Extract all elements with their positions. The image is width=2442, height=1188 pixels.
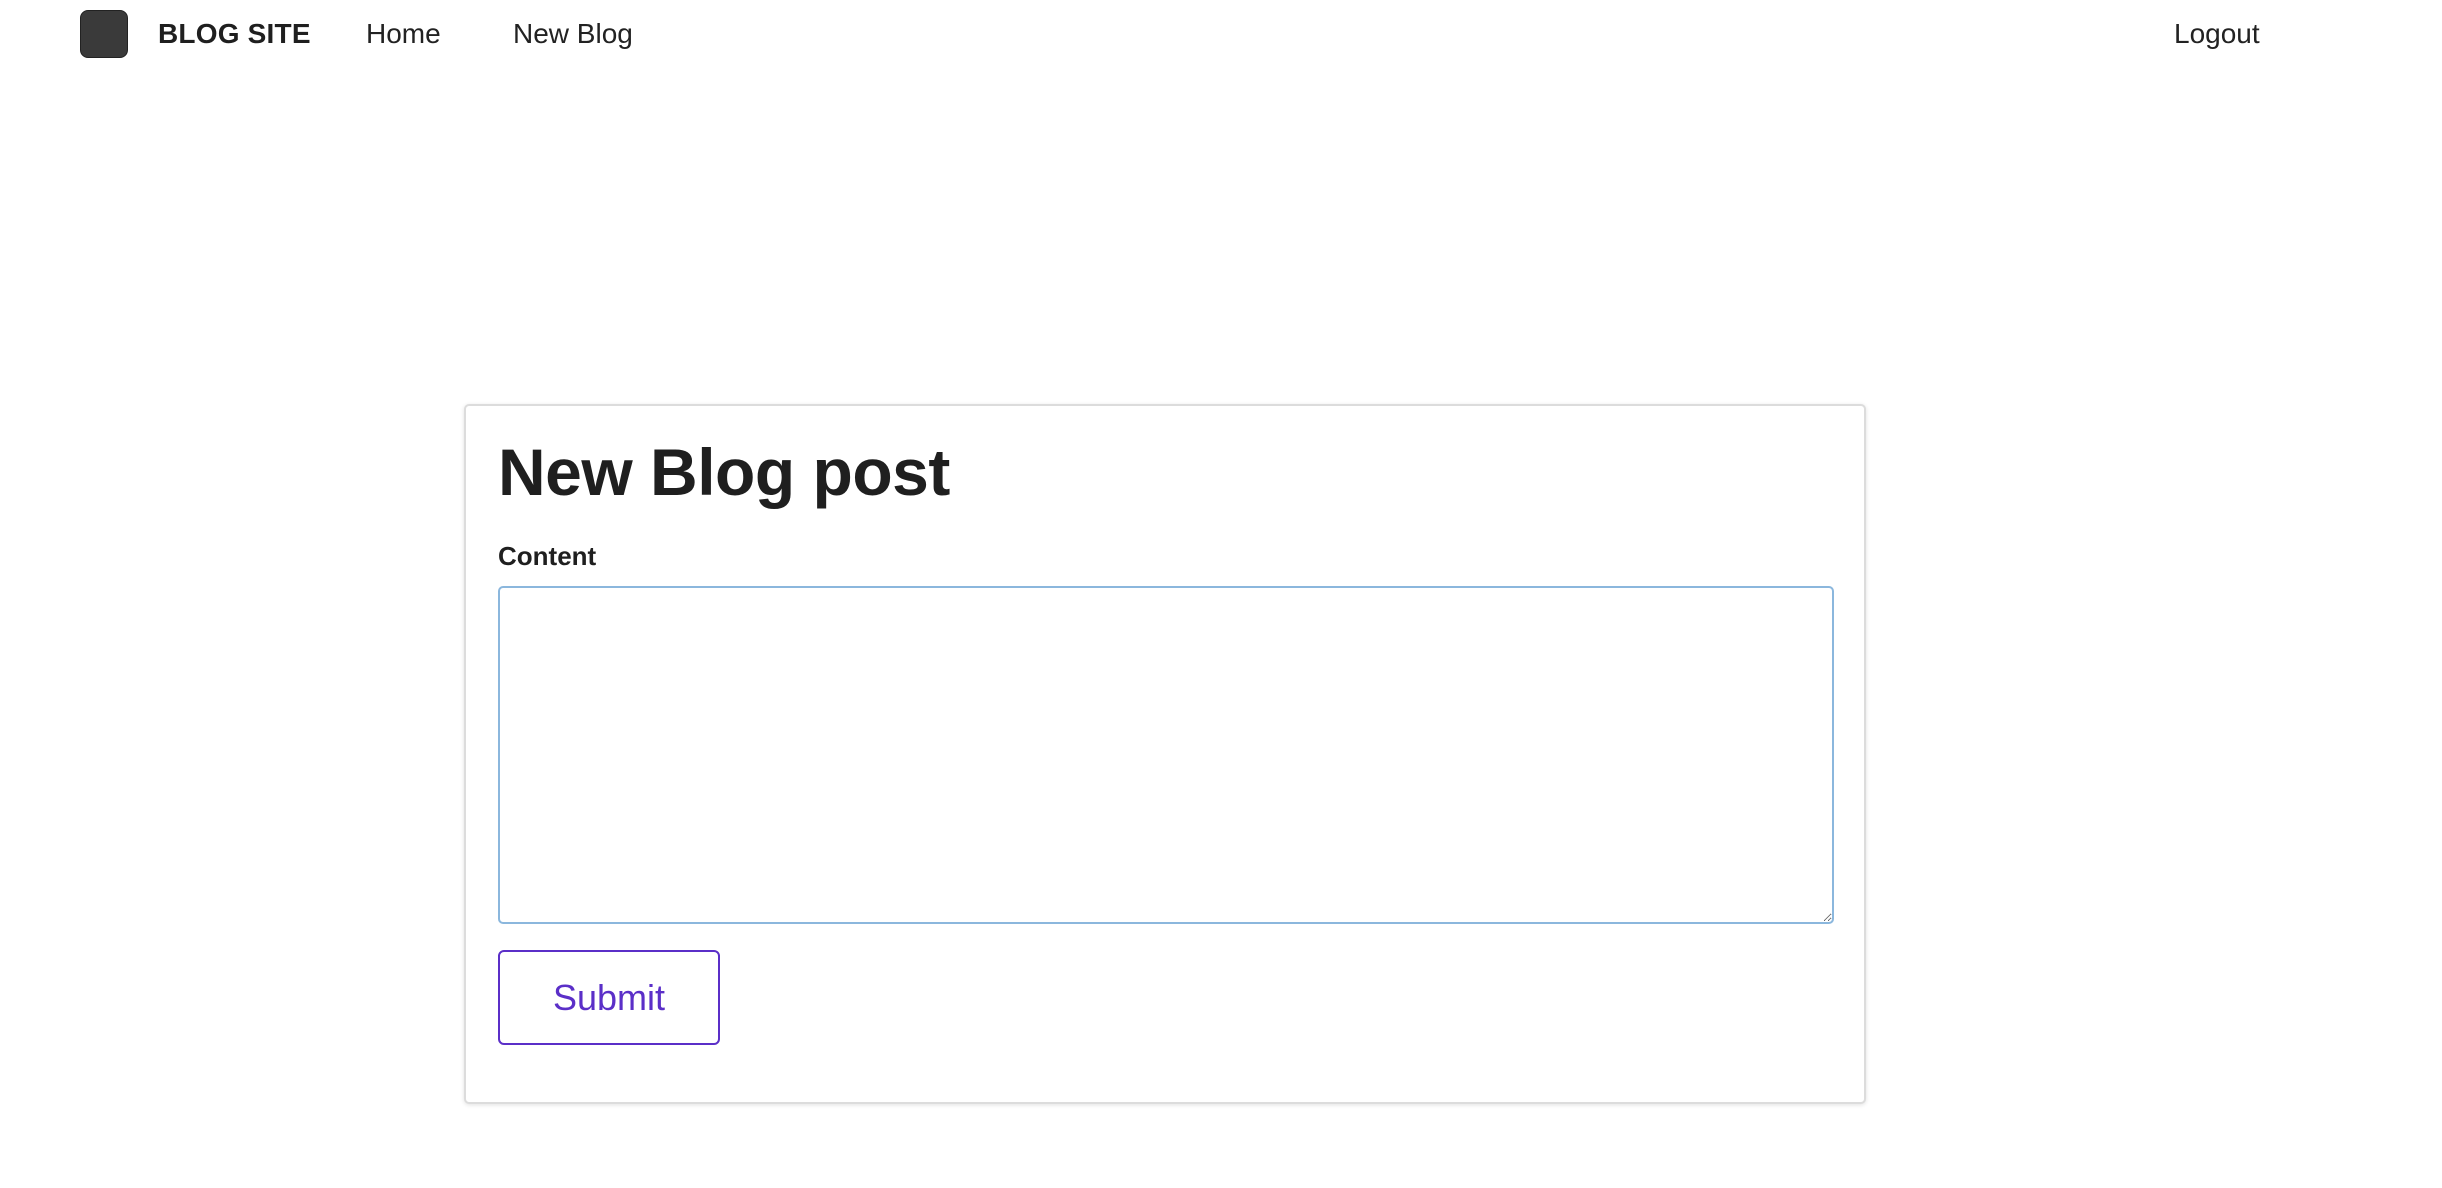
top-navbar: BLOG SITE Home New Blog Logout — [0, 0, 2442, 68]
brand-name[interactable]: BLOG SITE — [158, 17, 311, 51]
nav-new-blog-link[interactable]: New Blog — [513, 17, 633, 51]
new-post-card: New Blog post Content Submit — [464, 404, 1866, 1104]
submit-button[interactable]: Submit — [498, 950, 720, 1045]
site-logo-icon[interactable] — [80, 10, 128, 58]
content-textarea[interactable] — [498, 586, 1834, 924]
page-title: New Blog post — [498, 435, 950, 509]
nav-home-link[interactable]: Home — [366, 17, 441, 51]
nav-logout-link[interactable]: Logout — [2174, 17, 2260, 51]
content-label: Content — [498, 541, 597, 571]
